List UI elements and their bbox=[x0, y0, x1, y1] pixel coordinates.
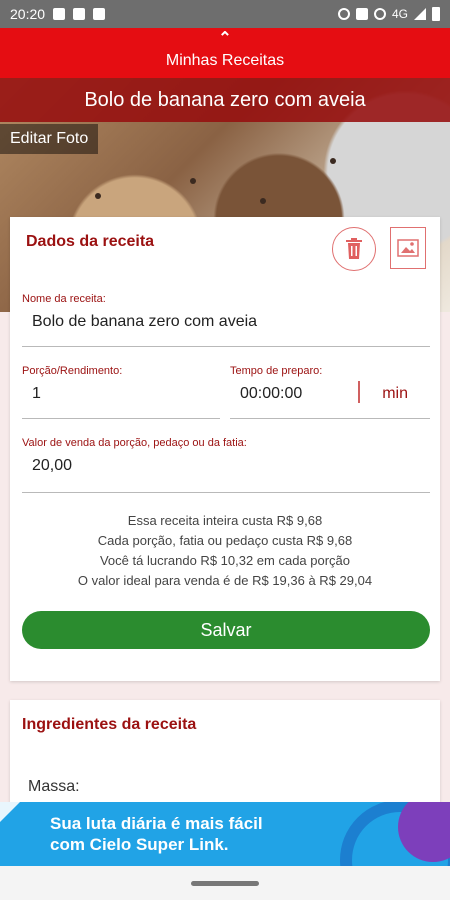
sim-notification-icon bbox=[93, 8, 106, 20]
ad-line-1: Sua luta diária é mais fácil bbox=[50, 814, 263, 833]
alarm-icon bbox=[337, 8, 350, 20]
underline bbox=[22, 346, 430, 347]
home-gesture-handle[interactable] bbox=[191, 881, 259, 886]
photo-detail bbox=[260, 198, 266, 204]
wifi-icon bbox=[373, 8, 386, 20]
ad-banner[interactable]: Sua luta diária é mais fácil com Cielo S… bbox=[0, 802, 450, 866]
signal-icon bbox=[414, 8, 426, 20]
ad-corner-shape bbox=[0, 802, 20, 822]
battery-icon bbox=[432, 7, 440, 21]
underline bbox=[230, 418, 430, 419]
photo-detail bbox=[95, 193, 101, 199]
portion-input[interactable]: 1 bbox=[22, 385, 220, 407]
header-title: Minhas Receitas bbox=[165, 52, 285, 69]
vibrate-icon bbox=[355, 8, 368, 20]
sale-price-input[interactable]: 20,00 bbox=[22, 457, 430, 479]
ingredients-card: Ingredientes da receita Massa: bbox=[10, 700, 440, 810]
recipe-name-input[interactable]: Bolo de banana zero com aveia bbox=[22, 313, 430, 335]
underline bbox=[22, 418, 220, 419]
change-photo-button[interactable] bbox=[390, 227, 426, 269]
portion-label: Porção/Rendimento: bbox=[22, 365, 123, 377]
summary-line: Cada porção, fatia ou pedaço custa R$ 9,… bbox=[97, 533, 353, 548]
save-button[interactable]: Salvar bbox=[22, 611, 430, 649]
ad-line-2: com Cielo Super Link. bbox=[50, 835, 229, 854]
image-notification-icon bbox=[53, 8, 66, 20]
status-time: 20:20 bbox=[10, 6, 46, 22]
sale-price-field[interactable]: Valor de venda da porção, pedaço ou da f… bbox=[22, 437, 430, 493]
prep-time-field[interactable]: Tempo de preparo: 00:00:00 min bbox=[230, 365, 430, 419]
summary-line: Você tá lucrando R$ 10,32 em cada porção bbox=[99, 553, 351, 568]
portion-field[interactable]: Porção/Rendimento: 1 bbox=[22, 365, 220, 419]
hand-notification-icon bbox=[73, 8, 86, 20]
prep-time-label: Tempo de preparo: bbox=[230, 365, 323, 377]
photo-detail bbox=[330, 158, 336, 164]
ingredient-group-label: Massa: bbox=[28, 778, 80, 795]
trash-icon bbox=[346, 238, 362, 259]
recipe-name-field[interactable]: Nome da receita: Bolo de banana zero com… bbox=[22, 293, 430, 347]
summary-line: O valor ideal para venda é de R$ 19,36 à… bbox=[77, 573, 373, 588]
cost-summary: Essa receita inteira custa R$ 9,68 Cada … bbox=[10, 511, 440, 591]
network-type: 4G bbox=[391, 7, 408, 21]
top-app-bar[interactable]: ⌃ Minhas Receitas bbox=[0, 28, 450, 78]
summary-line: Essa receita inteira custa R$ 9,68 bbox=[127, 513, 323, 528]
system-nav-bar bbox=[0, 866, 450, 900]
sale-price-label: Valor de venda da porção, pedaço ou da f… bbox=[22, 437, 247, 449]
recipe-title: Bolo de banana zero com aveia bbox=[0, 78, 450, 122]
image-icon bbox=[397, 239, 419, 257]
ingredients-title: Ingredientes da receita bbox=[22, 716, 197, 733]
ad-text: Sua luta diária é mais fácil com Cielo S… bbox=[50, 813, 263, 855]
prep-time-unit: min bbox=[382, 385, 408, 402]
delete-button[interactable] bbox=[332, 227, 376, 271]
recipe-name-label: Nome da receita: bbox=[22, 293, 106, 305]
section-title: Dados da receita bbox=[26, 233, 155, 250]
underline bbox=[22, 492, 430, 493]
divider bbox=[358, 381, 360, 403]
edit-photo-button[interactable]: Editar Foto bbox=[0, 124, 99, 154]
chevron-up-icon[interactable]: ⌃ bbox=[218, 31, 231, 47]
status-bar: 20:20 4G bbox=[0, 0, 450, 28]
recipe-data-card: Dados da receita Nome da receita: Bolo d… bbox=[10, 217, 440, 681]
photo-detail bbox=[190, 178, 196, 184]
